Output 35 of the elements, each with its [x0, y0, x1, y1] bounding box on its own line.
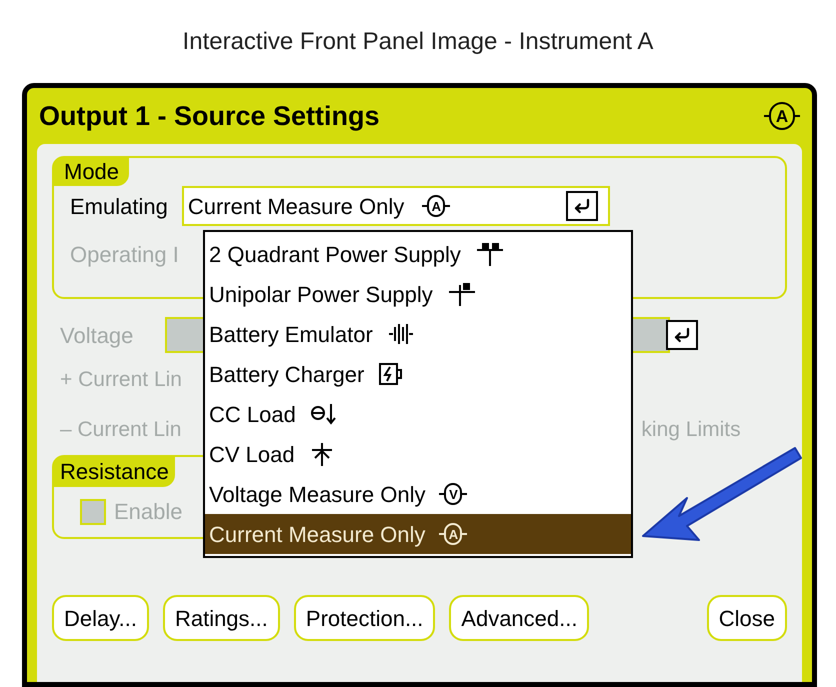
current-limit-label: – Current Lin	[60, 417, 182, 444]
dialog-button[interactable]: Advanced...	[449, 595, 590, 642]
option-label: Battery Emulator	[209, 320, 373, 349]
dialog-button[interactable]: Close	[706, 595, 787, 642]
enter-button[interactable]	[666, 320, 698, 350]
page-caption: Interactive Front Panel Image - Instrument A	[182, 26, 654, 57]
group-label: Resistance	[54, 457, 175, 488]
option-label: 2 Quadrant Power Supply	[209, 240, 461, 269]
enter-icon	[572, 197, 591, 216]
dialog-title: Output 1 - Source Settings	[39, 100, 380, 133]
option-label: Unipolar Power Supply	[209, 280, 433, 309]
group-label: Mode	[54, 158, 130, 186]
option-label: Voltage Measure Only	[209, 480, 426, 509]
option-label: CC Load	[209, 400, 296, 429]
dialog-button[interactable]: Delay...	[52, 595, 149, 642]
enable-checkbox[interactable]	[80, 498, 106, 525]
quadrant-icon	[446, 281, 477, 308]
option-label: Battery Charger	[209, 360, 364, 389]
voltage-label: Voltage	[60, 322, 134, 350]
dropdown-value: Current Measure Only	[188, 192, 404, 221]
battery-charger-icon	[378, 361, 404, 388]
option-label: Current Measure Only	[209, 520, 426, 549]
dialog-button[interactable]: Ratings...	[162, 595, 280, 642]
dialog-button[interactable]: Protection...	[294, 595, 436, 642]
dropdown-option[interactable]: Current Measure Only A	[205, 514, 631, 554]
current-limit-label: + Current Lin	[60, 367, 182, 394]
emulating-dropdown[interactable]: Current Measure Only A	[182, 186, 610, 226]
operating-label: Operating I	[70, 241, 179, 270]
option-label: CV Load	[209, 440, 295, 469]
enter-icon	[673, 326, 691, 344]
enter-button[interactable]	[566, 191, 598, 222]
quadrant-icon	[474, 241, 505, 268]
enable-label: Enable	[114, 498, 183, 526]
tracking-limits-label: king Limits	[641, 417, 741, 444]
emulating-label: Emulating	[70, 192, 168, 221]
